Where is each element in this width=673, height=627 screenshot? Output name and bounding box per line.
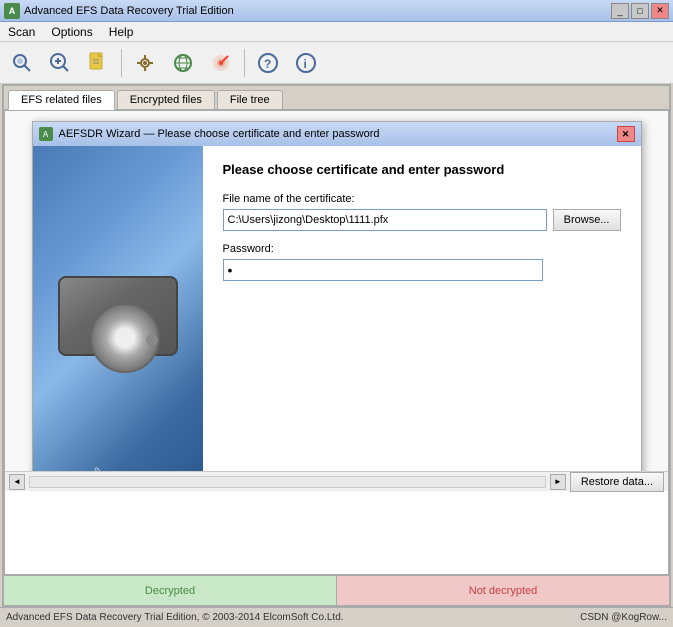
status-decrypted: Decrypted (4, 576, 337, 605)
search-zoom-icon (48, 51, 72, 75)
decrypted-label: Decrypted (145, 585, 195, 597)
scrollbar-area: ◄ ► Restore data... (5, 471, 668, 491)
password-label: Password: (223, 243, 621, 255)
restore-data-button[interactable]: Restore data... (570, 472, 664, 492)
main-content: A AEFSDR Wizard — Please choose certific… (4, 110, 669, 575)
password-row (223, 259, 621, 281)
app-footer: Advanced EFS Data Recovery Trial Edition… (0, 607, 673, 627)
scroll-left-button[interactable]: ◄ (9, 474, 25, 490)
toolbar: ? i (0, 42, 673, 84)
title-bar-buttons: _ □ ✕ (611, 3, 669, 19)
antenna-icon (209, 51, 233, 75)
file-icon (86, 51, 110, 75)
toolbar-separator-2 (244, 49, 245, 77)
footer-credit: CSDN @KogRow... (580, 612, 667, 623)
title-bar: A Advanced EFS Data Recovery Trial Editi… (0, 0, 673, 22)
wizard-image-panel: 1010101010101001010101010101101010101010… (33, 146, 203, 471)
scroll-right-button[interactable]: ► (550, 474, 566, 490)
help-circle-icon: ? (256, 51, 280, 75)
browse-button[interactable]: Browse... (553, 209, 621, 231)
footer-copyright: Advanced EFS Data Recovery Trial Edition… (6, 612, 344, 623)
not-decrypted-label: Not decrypted (469, 585, 537, 597)
toolbar-globe-btn[interactable] (165, 45, 201, 81)
status-bar: Decrypted Not decrypted (4, 575, 669, 605)
wizard-title-bar: A AEFSDR Wizard — Please choose certific… (33, 122, 641, 146)
wizard-dialog: A AEFSDR Wizard — Please choose certific… (32, 121, 642, 471)
info-circle-icon: i (294, 51, 318, 75)
close-button[interactable]: ✕ (651, 3, 669, 19)
toolbar-scan-btn[interactable] (4, 45, 40, 81)
wizard-title: AEFSDR Wizard — Please choose certificat… (59, 128, 617, 140)
svg-text:?: ? (264, 57, 271, 71)
globe-icon (171, 51, 195, 75)
app-title: Advanced EFS Data Recovery Trial Edition (24, 5, 611, 17)
menu-help[interactable]: Help (101, 22, 142, 41)
scroll-track[interactable] (29, 476, 546, 488)
menu-scan[interactable]: Scan (0, 22, 43, 41)
app-icon: A (4, 3, 20, 19)
hdd-disc (90, 303, 160, 373)
password-input[interactable] (223, 259, 543, 281)
certificate-file-input[interactable] (223, 209, 547, 231)
toolbar-antenna-btn[interactable] (203, 45, 239, 81)
file-label: File name of the certificate: (223, 193, 621, 205)
tab-efs-related-files[interactable]: EFS related files (8, 90, 115, 110)
hdd-body (58, 276, 178, 356)
tab-file-tree[interactable]: File tree (217, 90, 283, 109)
tab-encrypted-files[interactable]: Encrypted files (117, 90, 215, 109)
tab-content-area: A AEFSDR Wizard — Please choose certific… (5, 111, 668, 471)
tab-bar: EFS related files Encrypted files File t… (4, 86, 669, 110)
toolbar-settings-btn[interactable] (127, 45, 163, 81)
wizard-form: Please choose certificate and enter pass… (203, 146, 641, 471)
file-row: Browse... (223, 209, 621, 231)
gear-icon (133, 51, 157, 75)
wizard-close-button[interactable]: ✕ (617, 126, 635, 142)
toolbar-separator-1 (121, 49, 122, 77)
menu-options[interactable]: Options (43, 22, 100, 41)
toolbar-search-btn[interactable] (42, 45, 78, 81)
scan-icon (10, 51, 34, 75)
maximize-button[interactable]: □ (631, 3, 649, 19)
minimize-button[interactable]: _ (611, 3, 629, 19)
toolbar-file-btn[interactable] (80, 45, 116, 81)
svg-text:i: i (304, 57, 307, 71)
app-window: A Advanced EFS Data Recovery Trial Editi… (0, 0, 673, 627)
menu-bar: Scan Options Help (0, 22, 673, 42)
status-not-decrypted: Not decrypted (337, 576, 669, 605)
wizard-icon: A (39, 127, 53, 141)
wizard-form-title: Please choose certificate and enter pass… (223, 162, 621, 177)
hdd-disc-center (146, 334, 158, 346)
wizard-body: 1010101010101001010101010101101010101010… (33, 146, 641, 471)
hdd-graphic (53, 256, 183, 376)
toolbar-help-btn[interactable]: ? (250, 45, 286, 81)
toolbar-info-btn[interactable]: i (288, 45, 324, 81)
wizard-overlay: A AEFSDR Wizard — Please choose certific… (5, 111, 668, 471)
content-wrapper: EFS related files Encrypted files File t… (2, 84, 671, 607)
